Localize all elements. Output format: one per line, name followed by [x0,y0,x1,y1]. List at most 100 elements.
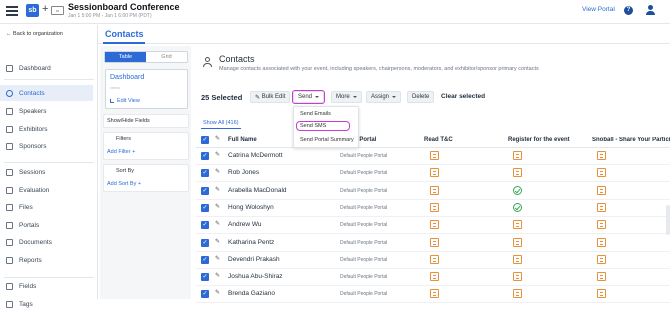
dashboard-view-card[interactable]: Dashboard views Edit View [105,69,188,109]
view-portal-link[interactable]: View Portal [582,6,615,13]
tag-icon [6,142,13,150]
assign-button[interactable]: Assign [366,91,402,103]
sidebar-item-sessions[interactable]: Sessions [0,164,98,180]
row-checkbox[interactable]: ✓ [201,255,209,264]
sidebar-item-documents[interactable]: Documents [0,234,98,250]
sidebar-item-label: Dashboard [19,64,51,72]
sidebar-item-files[interactable]: Files [0,199,98,215]
table-row[interactable]: ✓ ✎ Joshua Abu-Shiraz Default People Portal [196,269,670,287]
sidebar-item-contacts[interactable]: Contacts [0,85,93,101]
row-checkbox[interactable]: ✓ [201,273,209,282]
more-button[interactable]: More [331,91,362,103]
edit-pencil-icon[interactable]: ✎ [215,187,221,194]
table-row[interactable]: ✓ ✎ Rob Jones Default People Portal [196,165,670,183]
sort-by-label: Sort By [116,168,135,174]
edit-view-link[interactable]: Edit View [117,98,140,104]
clear-selected-button[interactable]: Clear selected [441,93,485,100]
table-row[interactable]: ✓ ✎ Katharina Pentz Default People Portal [196,235,670,252]
check-circle-icon [513,202,522,212]
select-all-checkbox[interactable]: ✓ [201,136,209,144]
sidebar-item-label: Tags [19,300,33,308]
contact-name[interactable]: Catrina McDermott [228,152,283,159]
edit-pencil-icon[interactable]: ✎ [215,290,221,297]
sidebar-item-label: Evaluation [19,186,50,194]
document-icon [430,185,439,195]
send-button[interactable]: Send [291,90,326,104]
column-read-tc[interactable]: Read T&C [424,137,453,143]
document-icon [430,202,439,212]
edit-pencil-icon[interactable]: ✎ [215,169,221,176]
contact-name[interactable]: Rob Jones [228,169,259,176]
edit-pencil-icon[interactable]: ✎ [215,152,221,159]
row-checkbox[interactable]: ✓ [201,186,209,195]
edit-pencil-icon[interactable]: ✎ [215,256,221,263]
document-icon [430,168,439,178]
table-row[interactable]: ✓ ✎ Hong Woloshyn Default People Portal [196,200,670,217]
edit-pencil-icon[interactable]: ✎ [215,273,221,280]
edit-pencil-icon[interactable]: ✎ [215,221,221,228]
scrollbar[interactable] [666,205,670,235]
column-snoball[interactable]: Snoball - Share Your Particip [592,137,670,143]
sidebar-item-reports[interactable]: Reports [0,252,98,268]
back-to-organization-link[interactable]: ← Back to organization [6,31,63,37]
contact-name[interactable]: Devendri Prakash [228,256,280,263]
document-icon [597,168,606,178]
table-row[interactable]: ✓ ✎ Arabella MacDonald Default People Porta… [196,183,670,200]
contact-name[interactable]: Joshua Abu-Shiraz [228,273,283,280]
contact-portal: Default People Portal [340,187,388,194]
row-checkbox[interactable]: ✓ [201,169,209,178]
table-row[interactable]: ✓ ✎ Brenda Gaziano Default People Portal [196,286,670,304]
delete-button[interactable]: Delete [407,91,435,103]
send-portal-summary-item[interactable]: Send Portal Summary [300,137,354,143]
bulk-edit-button[interactable]: ✎ Bulk Edit [250,91,291,103]
contact-portal: Default People Portal [340,170,388,177]
sidebar-item-exhibitors[interactable]: Exhibitors [0,121,98,137]
row-checkbox[interactable]: ✓ [201,221,209,230]
add-sort-link[interactable]: Add Sort By + [107,181,141,187]
help-icon[interactable]: ? [624,6,633,15]
sidebar-item-sponsors[interactable]: Sponsors [0,138,98,154]
table-view-button[interactable]: Table [105,52,146,62]
column-full-name[interactable]: Full Name [228,137,257,143]
menu-icon[interactable] [6,6,18,16]
portal-icon [6,221,13,229]
send-sms-item[interactable]: Send SMS [296,121,350,131]
sidebar-item-fields[interactable]: Fields [0,278,98,294]
sidebar-item-evaluation[interactable]: Evaluation [0,182,98,198]
grid-view-button[interactable]: Grid [146,52,187,62]
sidebar-item-tags[interactable]: Tags [0,296,98,312]
document-icon [597,289,606,299]
tab-show-all[interactable]: Show All (416) [203,120,238,126]
contact-name[interactable]: Andrew Wu [228,221,261,228]
document-icon [597,272,606,282]
filters-label: Filters [116,136,131,142]
row-checkbox[interactable]: ✓ [201,152,209,160]
add-filter-link[interactable]: Add Filter + [107,149,135,155]
contact-name[interactable]: Hong Woloshyn [228,204,274,211]
sidebar-item-speakers[interactable]: Speakers [0,103,98,119]
dashboard-view-title: Dashboard [110,74,145,81]
user-avatar-icon[interactable] [646,5,655,15]
row-checkbox[interactable]: ✓ [201,290,209,299]
row-checkbox[interactable]: ✓ [201,238,209,247]
table-row[interactable]: ✓ ✎ Andrew Wu Default People Portal [196,217,670,235]
edit-pencil-icon[interactable]: ✎ [215,204,221,211]
sidebar-item-label: Documents [19,238,52,246]
send-emails-item[interactable]: Send Emails [300,111,331,117]
table-row[interactable]: ✓ ✎ Catrina McDermott Default People Portal [196,148,670,165]
row-checkbox[interactable]: ✓ [201,203,209,212]
contact-name[interactable]: Katharina Pentz [228,239,274,246]
table-row[interactable]: ✓ ✎ Devendri Prakash Default People Portal [196,252,670,269]
sidebar-divider [4,79,94,80]
edit-pencil-icon[interactable]: ✎ [215,239,221,246]
document-icon [597,220,606,230]
sidebar-item-dashboard[interactable]: Dashboard [0,60,98,76]
contact-name[interactable]: Brenda Gaziano [228,290,275,297]
person-icon [6,107,13,115]
column-register[interactable]: Register for the event [508,137,570,143]
contact-portal: Default People Portal [340,256,388,263]
sidebar-item-portals[interactable]: Portals [0,217,98,233]
show-hide-fields[interactable]: Show/Hide Fields [107,118,150,124]
document-icon [430,220,439,230]
contact-name[interactable]: Arabella MacDonald [228,187,287,194]
